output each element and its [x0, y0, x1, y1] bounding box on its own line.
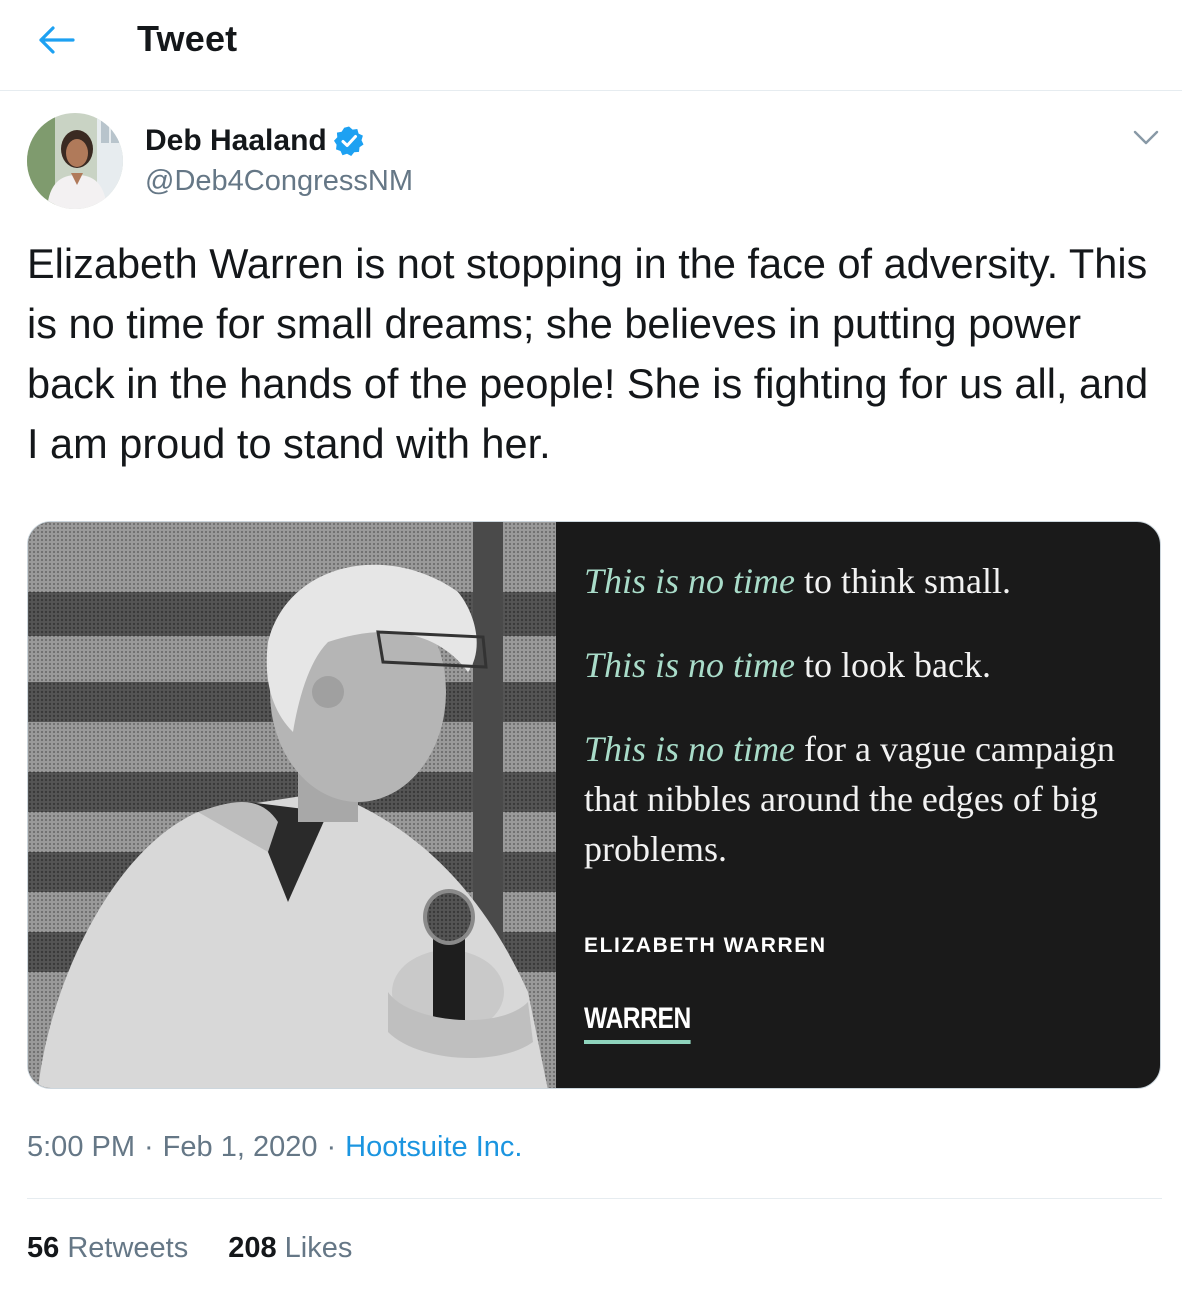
- like-label: Likes: [284, 1232, 353, 1264]
- back-button[interactable]: [30, 14, 82, 66]
- tweet-source-link[interactable]: Hootsuite Inc.: [345, 1131, 522, 1163]
- tweet-time[interactable]: 5:00 PM: [27, 1131, 135, 1163]
- tweet-meta: 5:00 PM · Feb 1, 2020 · Hootsuite Inc.: [27, 1131, 522, 1164]
- tweet-media-image[interactable]: This is no time to think small. This is …: [27, 521, 1161, 1089]
- media-attribution: ELIZABETH WARREN: [584, 934, 827, 957]
- likes-stat[interactable]: 208 Likes: [228, 1232, 352, 1265]
- chevron-down-icon: [1133, 130, 1159, 145]
- author-handle[interactable]: @Deb4CongressNM: [145, 165, 413, 198]
- media-quote-line: This is no time to look back.: [584, 645, 991, 685]
- top-bar: Tweet: [0, 0, 1182, 91]
- tweet-date[interactable]: Feb 1, 2020: [163, 1131, 318, 1163]
- retweets-stat[interactable]: 56 Retweets: [27, 1232, 188, 1265]
- media-quote-line: This is no time for a vague campaign tha…: [584, 729, 1115, 869]
- retweet-count: 56: [27, 1232, 60, 1264]
- author-name-row[interactable]: Deb Haaland: [145, 124, 365, 158]
- tweet-stats: 56 Retweets 208 Likes: [27, 1232, 352, 1265]
- photo-of-speaker: [28, 522, 556, 1088]
- verified-badge-icon: [333, 126, 364, 156]
- retweet-label: Retweets: [67, 1232, 189, 1264]
- page-title: Tweet: [137, 18, 238, 59]
- like-count: 208: [228, 1232, 277, 1264]
- media-quote-block: This is no time to think small. This is …: [584, 556, 1144, 908]
- media-quote-line: This is no time to think small.: [584, 561, 1012, 601]
- arrow-left-icon: [39, 26, 75, 54]
- meta-separator: ·: [326, 1131, 337, 1163]
- more-options-button[interactable]: [1124, 118, 1168, 158]
- warren-logo: WARREN: [584, 1002, 691, 1044]
- avatar-photo: [27, 113, 123, 209]
- tweet-text: Elizabeth Warren is not stopping in the …: [27, 240, 1149, 467]
- divider: [27, 1198, 1162, 1199]
- author-name[interactable]: Deb Haaland: [145, 124, 327, 158]
- avatar[interactable]: [27, 113, 123, 209]
- meta-separator: ·: [144, 1131, 154, 1163]
